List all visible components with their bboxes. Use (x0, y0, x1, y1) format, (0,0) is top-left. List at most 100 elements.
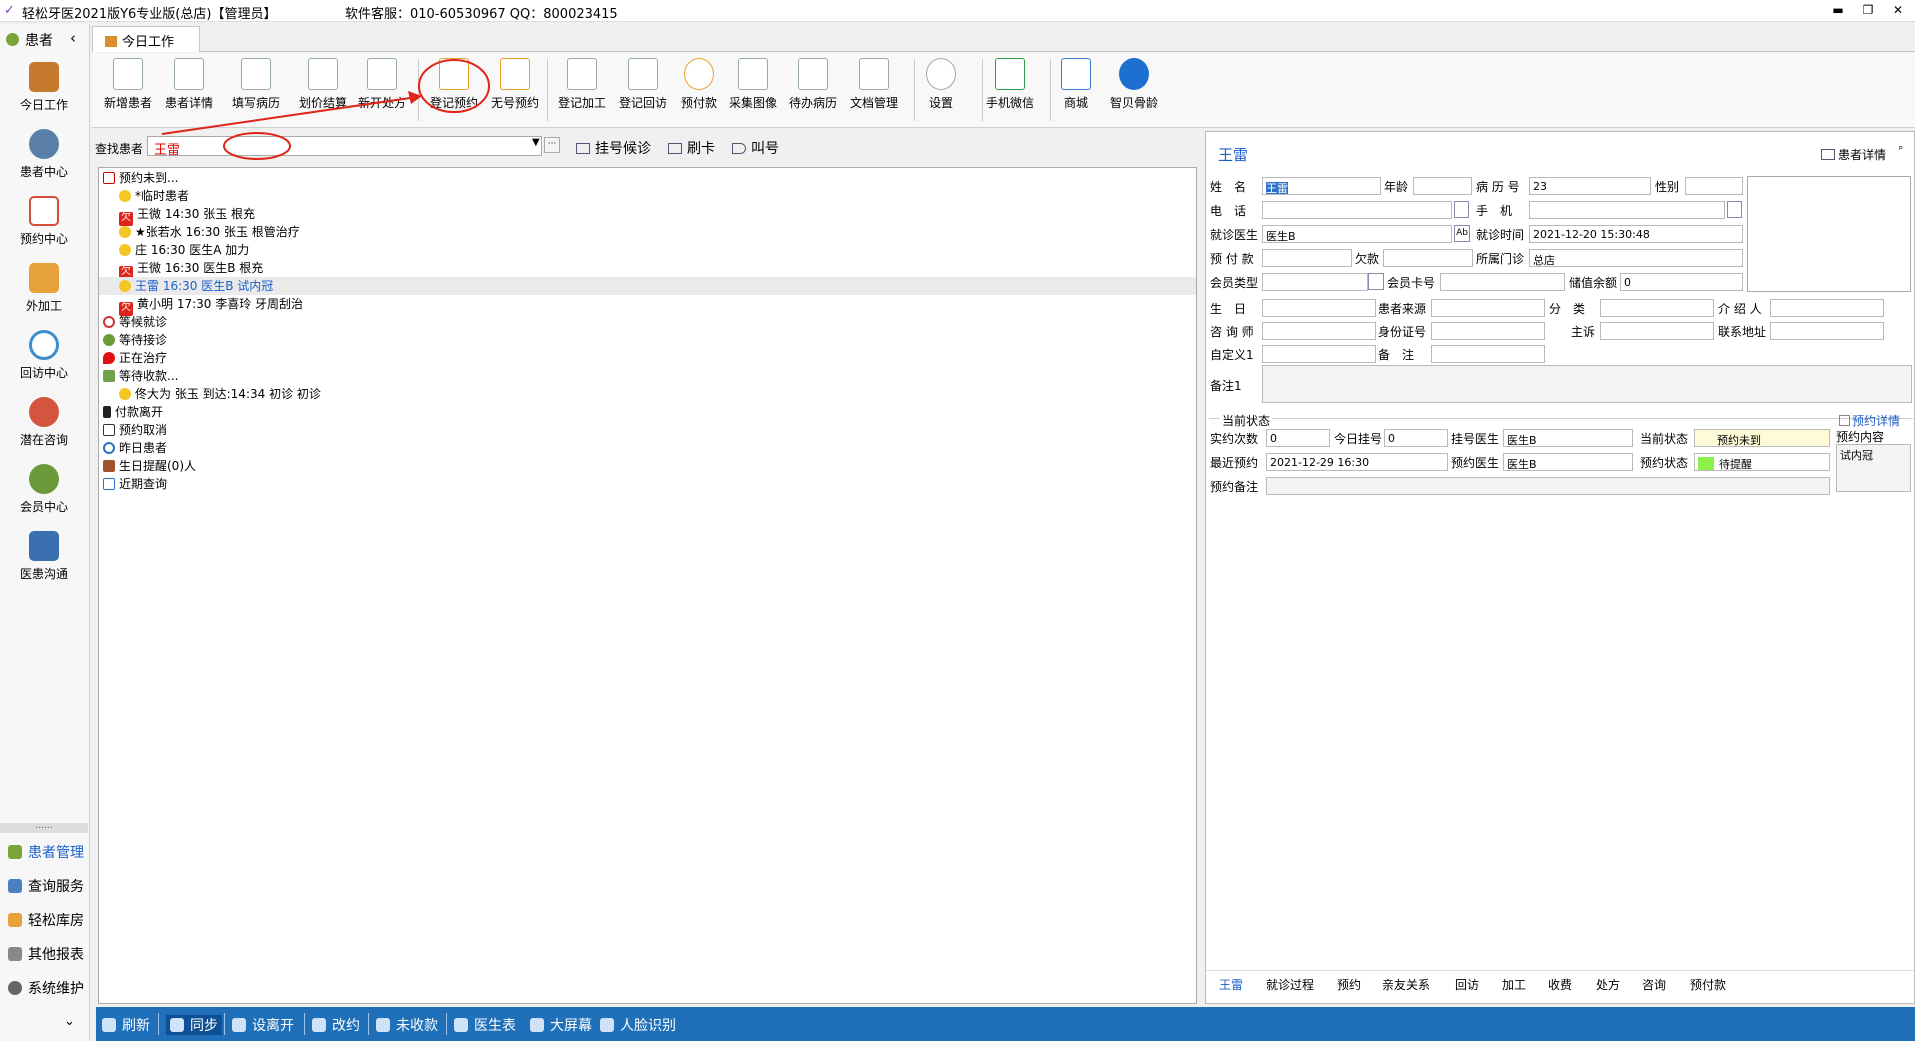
today-reg-field[interactable]: 0 (1384, 429, 1448, 447)
complaint-field[interactable] (1600, 322, 1714, 340)
register-queue-button[interactable]: 挂号候诊 (576, 138, 651, 158)
age-field[interactable] (1413, 177, 1472, 195)
appt-remark-field[interactable] (1266, 477, 1830, 495)
call-number-button[interactable]: 叫号 (732, 138, 779, 158)
phone-field[interactable] (1262, 201, 1452, 219)
name-field[interactable]: 王雷 (1262, 177, 1381, 195)
current-status-field[interactable]: 预约未到 (1694, 429, 1830, 447)
tab-consult[interactable]: 咨询 (1642, 976, 1666, 993)
gender-field[interactable] (1685, 177, 1743, 195)
pending-records-button[interactable]: 待办病历 (782, 58, 844, 111)
source-field[interactable] (1431, 299, 1545, 317)
address-field[interactable] (1770, 322, 1884, 340)
register-followup-button[interactable]: 登记回访 (612, 58, 674, 111)
ab-button[interactable]: Ab (1454, 225, 1470, 242)
tree-node-waiting[interactable]: 等候就诊 (103, 313, 167, 331)
doctor-table-button[interactable]: 医生表 (454, 1015, 516, 1035)
tree-node-paid-left[interactable]: 付款离开 (103, 403, 163, 421)
tree-item[interactable]: 欠王微 16:30 医生B 根充 (119, 259, 263, 280)
tab-charges[interactable]: 收费 (1548, 976, 1572, 993)
remark1-textarea[interactable] (1262, 365, 1912, 403)
doctor-field[interactable]: 医生B (1262, 225, 1452, 243)
appt-content-box[interactable]: 试内冠 (1836, 444, 1911, 492)
sidebar-header[interactable]: 患者 (6, 30, 53, 50)
register-processing-button[interactable]: 登记加工 (551, 58, 613, 111)
sidebar-bottom-system[interactable]: 系统维护 (8, 978, 84, 998)
big-screen-button[interactable]: 大屏幕 (530, 1015, 592, 1035)
sidebar-splitter[interactable]: ...... (0, 822, 88, 833)
referrer-field[interactable] (1770, 299, 1884, 317)
clinic-field[interactable]: 总店 (1529, 249, 1743, 267)
dropdown-arrow-icon[interactable]: ▼ (532, 137, 540, 148)
face-recognition-button[interactable]: 人脸识别 (600, 1015, 676, 1035)
category-field[interactable] (1600, 299, 1714, 317)
copy-phone-icon[interactable] (1454, 201, 1469, 218)
document-manage-button[interactable]: 文档管理 (843, 58, 905, 111)
minimize-icon[interactable]: ▬ (1827, 3, 1849, 17)
sidebar-item-today[interactable]: 今日工作 (0, 62, 88, 113)
tree-node-birthday[interactable]: 生日提醒(0)人 (103, 457, 196, 475)
tree-node-yesterday[interactable]: 昨日患者 (103, 439, 167, 457)
more-button[interactable]: ··· (544, 137, 560, 153)
chevron-down-icon[interactable]: ⌄ (64, 1014, 75, 1029)
tree-item[interactable]: *临时患者 (119, 187, 189, 205)
unpaid-button[interactable]: 未收款 (376, 1015, 438, 1035)
consultant-field[interactable] (1262, 322, 1376, 340)
appointment-detail-link[interactable]: 预约详情 (1839, 412, 1900, 429)
settings-button[interactable]: 设置 (910, 58, 972, 111)
tab-prepayment[interactable]: 预付款 (1690, 976, 1726, 993)
tree-node-recent-query[interactable]: 近期查询 (103, 475, 167, 493)
tree-node-appt-missed[interactable]: 预约未到... (103, 169, 178, 187)
swipe-card-button[interactable]: 刷卡 (668, 138, 715, 158)
tab-appointment[interactable]: 预约 (1337, 976, 1361, 993)
recent-appt-field[interactable]: 2021-12-29 16:30 (1266, 453, 1448, 471)
tab-processing[interactable]: 加工 (1502, 976, 1526, 993)
record-no-field[interactable]: 23 (1529, 177, 1651, 195)
tree-item[interactable]: ★张若水 16:30 张玉 根管治疗 (119, 223, 300, 241)
tab-relatives[interactable]: 亲友关系 (1382, 976, 1430, 993)
collapse-icon[interactable]: ‹ (70, 29, 76, 47)
debt-field[interactable] (1383, 249, 1473, 267)
tree-node-in-treatment[interactable]: 正在治疗 (103, 349, 167, 367)
prepayment-button[interactable]: 预付款 (668, 58, 730, 111)
appt-status-field[interactable]: 待提醒 (1694, 453, 1830, 471)
appt-doctor-field[interactable]: 医生B (1503, 453, 1633, 471)
member-card-field[interactable] (1440, 273, 1565, 291)
register-appointment-button[interactable]: 登记预约 (423, 58, 485, 111)
member-select-icon[interactable] (1368, 273, 1384, 290)
mall-button[interactable]: 商城 (1045, 58, 1107, 111)
sidebar-bottom-warehouse[interactable]: 轻松库房 (8, 910, 84, 930)
tree-item[interactable]: 欠王微 14:30 张玉 根充 (119, 205, 255, 226)
sidebar-item-patients[interactable]: 患者中心 (0, 129, 88, 180)
sidebar-item-communication[interactable]: 医患沟通 (0, 531, 88, 582)
add-patient-button[interactable]: 新增患者 (97, 58, 159, 111)
member-type-field[interactable] (1262, 273, 1368, 291)
visit-time-field[interactable]: 2021-12-20 15:30:48 (1529, 225, 1743, 243)
tree-item-selected[interactable]: 王雷 16:30 医生B 试内冠 (99, 277, 1196, 295)
copy-mobile-icon[interactable] (1727, 201, 1742, 218)
sidebar-item-members[interactable]: 会员中心 (0, 464, 88, 515)
tree-node-await-payment[interactable]: 等待收款... (103, 367, 178, 385)
no-number-appointment-button[interactable]: 无号预约 (484, 58, 546, 111)
sidebar-bottom-query[interactable]: 查询服务 (8, 876, 84, 896)
tab-followup[interactable]: 回访 (1455, 976, 1479, 993)
sidebar-item-followup[interactable]: 回访中心 (0, 330, 88, 381)
tree-item[interactable]: 庄 16:30 医生A 加力 (119, 241, 249, 259)
set-leave-button[interactable]: 设离开 (232, 1015, 294, 1035)
sidebar-item-consult[interactable]: 潜在咨询 (0, 397, 88, 448)
sidebar-bottom-reports[interactable]: 其他报表 (8, 944, 84, 964)
sync-button[interactable]: 同步 (166, 1015, 222, 1035)
tree-node-await-reception[interactable]: 等待接诊 (103, 331, 167, 349)
patient-detail-link[interactable]: 患者详情 (1821, 146, 1886, 163)
sidebar-item-appointments[interactable]: 预约中心 (0, 196, 88, 247)
patient-photo[interactable] (1747, 176, 1911, 292)
refresh-button[interactable]: 刷新 (102, 1015, 150, 1035)
balance-field[interactable]: 0 (1620, 273, 1743, 291)
sidebar-item-processing[interactable]: 外加工 (0, 263, 88, 314)
write-record-button[interactable]: 填写病历 (225, 58, 287, 111)
birthday-field[interactable] (1262, 299, 1376, 317)
tree-item[interactable]: 欠黄小明 17:30 李喜玲 牙周刮治 (119, 295, 303, 316)
custom1-field[interactable] (1262, 345, 1376, 363)
new-prescription-button[interactable]: 新开处方 (351, 58, 413, 111)
close-icon[interactable]: ✕ (1887, 3, 1909, 17)
